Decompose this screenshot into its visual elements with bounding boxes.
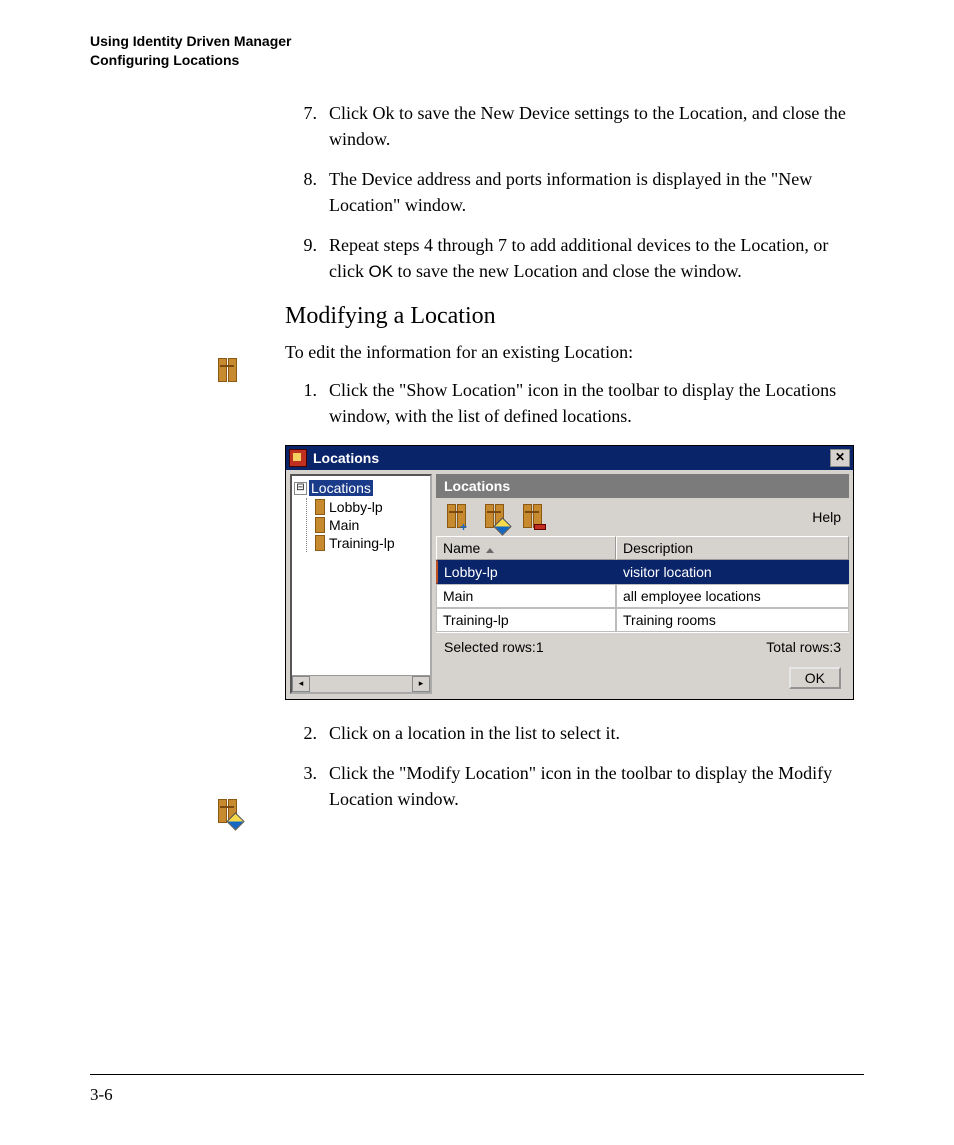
step-1: 1. Click the "Show Location" icon in the…: [285, 377, 864, 429]
add-location-icon[interactable]: +: [444, 504, 468, 530]
locations-window: Locations ✕ ⊟ Locations Lobby-lp Main Tr…: [285, 445, 854, 700]
show-location-icon: [215, 358, 239, 384]
step-text: The Device address and ports information…: [329, 166, 864, 218]
step-number: 9.: [285, 232, 329, 285]
section-heading: Modifying a Location: [285, 303, 864, 330]
step-number: 7.: [285, 100, 329, 152]
step-text: Repeat steps 4 through 7 to add addition…: [329, 232, 864, 285]
step-8: 8. The Device address and ports informat…: [285, 166, 864, 218]
step-text: Click the "Modify Location" icon in the …: [329, 760, 864, 812]
window-title: Locations: [313, 450, 830, 466]
step-number: 3.: [285, 760, 329, 812]
step-7: 7. Click Ok to save the New Device setti…: [285, 100, 864, 152]
section-intro: To edit the information for an existing …: [285, 342, 864, 363]
ok-button[interactable]: OK: [789, 667, 841, 689]
step-number: 2.: [285, 720, 329, 746]
table-row[interactable]: Training-lp Training rooms: [436, 608, 849, 632]
cell-desc: Training rooms: [616, 608, 849, 632]
table-row[interactable]: Main all employee locations: [436, 584, 849, 608]
close-button[interactable]: ✕: [830, 449, 850, 467]
scroll-right-icon[interactable]: ▸: [412, 676, 430, 692]
step-text: Click on a location in the list to selec…: [329, 720, 864, 746]
cell-name: Lobby-lp: [436, 560, 616, 584]
step-9: 9. Repeat steps 4 through 7 to add addit…: [285, 232, 864, 285]
status-selected: Selected rows:1: [444, 639, 544, 655]
cell-name: Training-lp: [436, 608, 616, 632]
cell-name: Main: [436, 584, 616, 608]
footer-rule: [90, 1074, 864, 1075]
step-text-post: to save the new Location and close the w…: [393, 261, 742, 281]
titlebar[interactable]: Locations ✕: [286, 446, 853, 470]
modify-location-icon: [215, 799, 239, 825]
modify-location-icon[interactable]: [482, 504, 506, 530]
tree-item[interactable]: Lobby-lp: [315, 498, 428, 516]
step-number: 1.: [285, 377, 329, 429]
tree-item[interactable]: Main: [315, 516, 428, 534]
status-bar: Selected rows:1 Total rows:3: [436, 632, 849, 661]
locations-table: Name Description Lobby-lp visitor locati…: [436, 536, 849, 632]
step-3: 3. Click the "Modify Location" icon in t…: [285, 760, 864, 812]
tree-root[interactable]: ⊟ Locations: [294, 480, 428, 496]
tree-item-label: Lobby-lp: [329, 499, 383, 515]
cell-desc: all employee locations: [616, 584, 849, 608]
step-text: Click the "Show Location" icon in the to…: [329, 377, 864, 429]
location-icon: [315, 517, 325, 533]
panel-header: Locations: [436, 474, 849, 498]
help-link[interactable]: Help: [812, 509, 841, 525]
col-name[interactable]: Name: [436, 536, 616, 560]
tree-scrollbar[interactable]: ◂ ▸: [292, 675, 430, 692]
page-number: 3-6: [90, 1085, 113, 1105]
running-header-l2: Configuring Locations: [90, 51, 864, 70]
status-total: Total rows:3: [766, 639, 841, 655]
tree-item-label: Main: [329, 517, 359, 533]
step-text-ok: OK: [368, 262, 393, 281]
col-description[interactable]: Description: [616, 536, 849, 560]
tree-item[interactable]: Training-lp: [315, 534, 428, 552]
tree-collapse-icon[interactable]: ⊟: [294, 482, 307, 495]
table-row[interactable]: Lobby-lp visitor location: [436, 560, 849, 584]
cell-desc: visitor location: [616, 560, 849, 584]
scroll-left-icon[interactable]: ◂: [292, 676, 310, 692]
running-header: Using Identity Driven Manager Configurin…: [90, 32, 864, 70]
window-icon: [289, 449, 307, 467]
tree-root-label[interactable]: Locations: [309, 480, 373, 496]
running-header-l1: Using Identity Driven Manager: [90, 32, 864, 51]
toolbar: + Help: [436, 498, 849, 536]
tree-item-label: Training-lp: [329, 535, 395, 551]
step-2: 2. Click on a location in the list to se…: [285, 720, 864, 746]
step-text: Click Ok to save the New Device settings…: [329, 100, 864, 152]
location-icon: [315, 499, 325, 515]
location-icon: [315, 535, 325, 551]
tree-panel[interactable]: ⊟ Locations Lobby-lp Main Training-lp ◂ …: [290, 474, 432, 694]
step-number: 8.: [285, 166, 329, 218]
delete-location-icon[interactable]: [520, 504, 544, 530]
